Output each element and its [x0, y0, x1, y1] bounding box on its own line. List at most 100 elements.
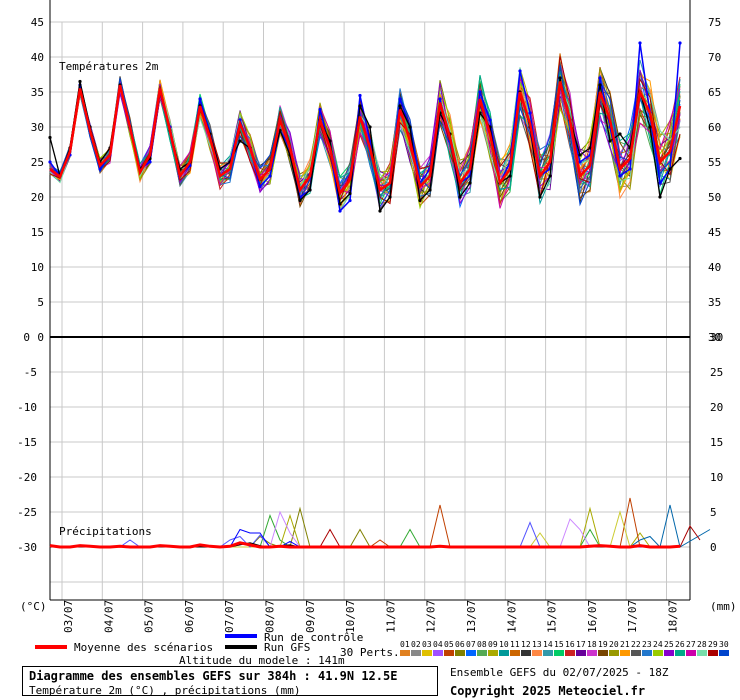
y-tick-label-left: 25	[31, 156, 44, 169]
gfs-temp-point	[238, 139, 242, 143]
legend-pert-number: 12	[521, 640, 531, 649]
y-tick-label-right: 50	[708, 191, 721, 204]
legend-pert-number: 15	[554, 640, 564, 649]
legend-pert-swatch	[521, 650, 531, 656]
legend-pert-number: 23	[642, 640, 652, 649]
legend-mean-swatch	[35, 645, 67, 649]
legend-pert-number: 21	[620, 640, 630, 649]
y-tick-label-left: 0	[23, 331, 30, 344]
y-tick-label-left: -15	[17, 436, 37, 449]
y-tick-label-left: 5	[37, 296, 44, 309]
legend-pert-swatch	[697, 650, 707, 656]
legend-pert-swatch	[433, 650, 443, 656]
legend-pert-number: 01	[400, 640, 410, 649]
y-tick-label-right: 35	[708, 296, 721, 309]
y-tick-label-left: 30	[31, 121, 44, 134]
y-tick-label-right: 5	[710, 506, 717, 519]
y-tick-label-left: -30	[17, 541, 37, 554]
gfs-temp-point	[648, 125, 652, 129]
x-date-label: 17/07	[626, 600, 639, 633]
ensemble-chart: 45403530252015105075706560555045403530-5…	[17, 0, 737, 656]
legend-pert-swatch	[653, 650, 663, 656]
control-temp-point	[628, 167, 632, 171]
control-temp-point	[358, 93, 362, 98]
gfs-temp-point	[598, 83, 602, 87]
x-date-label: 06/07	[183, 600, 196, 633]
x-date-label: 09/07	[304, 600, 317, 633]
control-temp-point	[678, 41, 682, 45]
y-tick-label-right: 60	[708, 121, 721, 134]
gfs-temp-point	[378, 209, 382, 213]
control-temp-point	[398, 97, 402, 101]
footer-title: Diagramme des ensembles GEFS sur 384h : …	[29, 669, 398, 683]
legend-pert-swatch	[609, 650, 619, 656]
control-temp-point	[148, 160, 152, 164]
control-temp-point	[48, 160, 52, 164]
gfs-temp-point	[618, 132, 622, 136]
legend-pert-swatch	[510, 650, 520, 656]
y-tick-label-left: -20	[17, 471, 37, 484]
legend-pert-swatch	[686, 650, 696, 656]
temperature-panel-label: Températures 2m	[59, 60, 159, 73]
y-tick-label-right: 20	[710, 401, 723, 414]
control-temp-point	[348, 198, 352, 203]
legend-pert-swatch	[598, 650, 608, 656]
y-tick-label-right: 40	[708, 261, 721, 274]
x-date-label: 13/07	[465, 600, 478, 633]
x-date-label: 03/07	[62, 600, 75, 633]
y-tick-label-right: 0	[710, 541, 717, 554]
control-temp-point	[598, 76, 602, 80]
copyright-text: Copyright 2025 Meteociel.fr	[450, 684, 646, 698]
gfs-temp-point	[508, 174, 512, 178]
y-tick-label-left: 15	[31, 226, 44, 239]
legend-pert-swatch	[708, 650, 718, 656]
y-tick-label-right: 10	[710, 471, 723, 484]
y-tick-label-right: 75	[708, 16, 721, 29]
legend-pert-swatch	[664, 650, 674, 656]
gfs-temp-point	[428, 188, 432, 192]
legend-pert-number: 28	[697, 640, 707, 649]
y-tick-label-right: 65	[708, 86, 721, 99]
y-tick-label-right: 15	[710, 436, 723, 449]
legend-pert-number: 13	[532, 640, 542, 649]
gfs-temp-point	[678, 156, 682, 161]
y-tick-label-left: 0	[37, 331, 44, 344]
legend-pert-swatch	[576, 650, 586, 656]
legend-pert-swatch	[499, 650, 509, 656]
control-temp-point	[318, 107, 322, 112]
legend-pert-swatch	[642, 650, 652, 656]
footer-title-box: Diagramme des ensembles GEFS sur 384h : …	[22, 666, 438, 697]
footer-subtitle: Température 2m (°C) , précipitations (mm…	[29, 684, 301, 697]
legend-pert-number: 07	[466, 640, 476, 649]
series-layer	[48, 41, 711, 549]
gfs-temp-point	[308, 188, 312, 192]
legend-pert-swatch	[565, 650, 575, 656]
gfs-temp-point	[418, 198, 422, 203]
unit-right: (mm)	[710, 600, 737, 613]
legend-pert-number: 25	[664, 640, 674, 649]
y-tick-label-left: -10	[17, 401, 37, 414]
control-temp-point	[528, 111, 532, 115]
y-tick-label-right: 30	[710, 331, 723, 344]
x-date-label: 12/07	[425, 600, 438, 633]
gfs-temp-point	[388, 195, 392, 199]
legend-pert-number: 05	[444, 640, 454, 649]
x-date-label: 11/07	[384, 600, 397, 633]
legend-pert-number: 20	[609, 640, 619, 649]
legend-gfs-swatch	[225, 645, 257, 649]
gfs-temp-point	[548, 174, 552, 178]
legend-pert-number: 22	[631, 640, 641, 649]
gfs-temp-point	[608, 139, 612, 143]
gfs-temp-point	[48, 135, 52, 140]
y-tick-label-left: -25	[17, 506, 37, 519]
gfs-temp-point	[358, 104, 362, 108]
legend-pert-swatch	[422, 650, 432, 656]
gfs-temp-point	[348, 191, 352, 196]
gfs-temp-point	[658, 195, 662, 199]
legend-pert-number: 06	[455, 640, 465, 649]
control-temp-point	[258, 184, 262, 189]
legend-pert-swatch	[400, 650, 410, 656]
legend-pert-number: 17	[576, 640, 586, 649]
control-temp-point	[338, 209, 342, 213]
y-tick-label-left: 35	[31, 86, 44, 99]
